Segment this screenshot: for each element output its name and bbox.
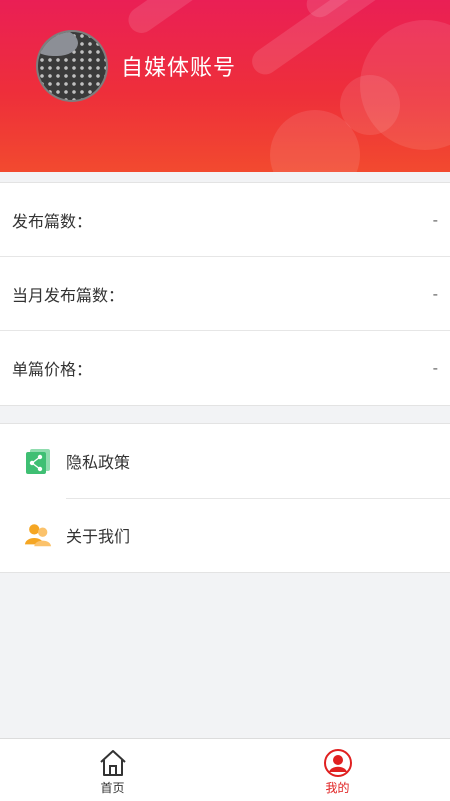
- stat-value: -: [432, 284, 438, 303]
- stat-value: -: [432, 359, 438, 377]
- home-icon: [99, 750, 126, 776]
- stat-row-price: 单篇价格： -: [0, 331, 450, 405]
- user-icon: [323, 749, 352, 777]
- stats-list: 发布篇数： - 当月发布篇数： - 单篇价格： -: [0, 182, 450, 406]
- stat-row-monthly-posts: 当月发布篇数： -: [0, 257, 450, 331]
- stat-value: -: [432, 210, 438, 229]
- tab-home-label: 首页: [100, 781, 125, 795]
- stat-row-posts: 发布篇数： -: [0, 183, 450, 257]
- stat-label: 发布篇数：: [12, 211, 93, 231]
- settings-menu: 隐私政策 关于我们: [0, 423, 450, 573]
- account-name: 自媒体账号: [121, 56, 237, 81]
- menu-item-privacy-policy[interactable]: 隐私政策: [0, 424, 450, 498]
- tab-home[interactable]: 首页: [0, 739, 225, 801]
- menu-item-about-us[interactable]: 关于我们: [0, 498, 450, 572]
- menu-label: 隐私政策: [66, 453, 131, 472]
- avatar[interactable]: [36, 30, 108, 102]
- tab-mine[interactable]: 我的: [225, 739, 450, 801]
- profile-header: 自媒体账号: [0, 0, 450, 172]
- tab-mine-label: 我的: [325, 781, 350, 795]
- users-icon: [24, 521, 52, 549]
- menu-label: 关于我们: [66, 527, 131, 546]
- bottom-tab-bar: 首页 我的: [0, 738, 450, 801]
- stat-label: 单篇价格：: [12, 360, 93, 379]
- share-icon: [24, 447, 52, 475]
- stat-label: 当月发布篇数：: [12, 285, 125, 305]
